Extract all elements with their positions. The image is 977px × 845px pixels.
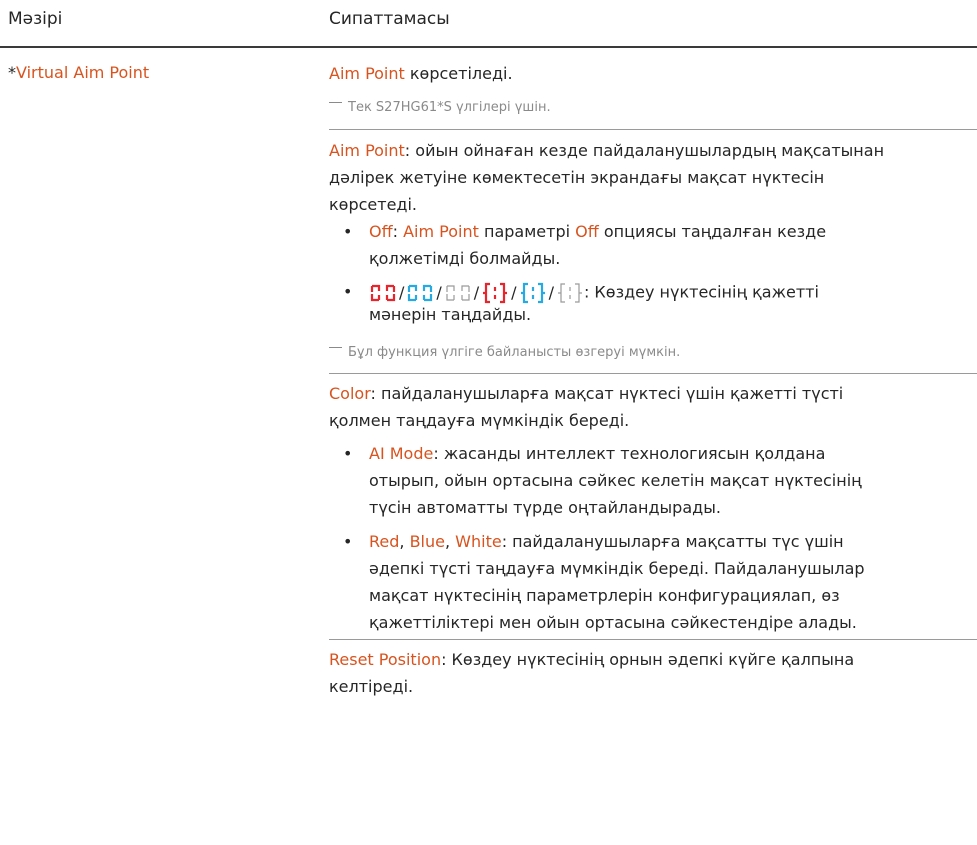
- menu-item-virtual-aim-point: *Virtual Aim Point: [8, 63, 149, 82]
- section3-bullet1-line1: AI Mode: жасанды интеллект технологиясын…: [369, 444, 825, 464]
- crosshair-white-bracket-icon: [557, 283, 582, 303]
- text: : пайдаланушыларға мақсатты түс үшін: [501, 532, 844, 551]
- term-off: Off: [575, 222, 599, 241]
- text: : жасанды интеллект технологиясын қолдан…: [433, 444, 826, 463]
- bullet-marker: •: [343, 282, 353, 301]
- section3-line2: қолмен таңдауға мүмкіндік береді.: [329, 411, 630, 430]
- punctuation: ,: [399, 532, 410, 551]
- separator-slash: /: [473, 282, 480, 302]
- separator-slash: /: [399, 282, 405, 302]
- note-mark: [329, 102, 342, 103]
- section3-bullet2-line4: қажеттіліктері мен ойын ортасына сәйкест…: [369, 613, 857, 632]
- note-mark: [329, 347, 342, 348]
- term-aim-point: Aim Point: [329, 64, 405, 83]
- row-divider: [329, 129, 977, 130]
- term-red: Red: [369, 532, 400, 551]
- section2-line3: көрсетеді.: [329, 195, 418, 214]
- punctuation: :: [392, 222, 404, 241]
- menu-item-prefix: *: [8, 63, 16, 82]
- section3-line1-rest: : пайдаланушыларға мақсат нүктесі үшін қ…: [370, 384, 844, 403]
- separator-slash: /: [511, 282, 517, 302]
- section3-bullet1-line3: түсін автоматты түрде оңтайландырады.: [369, 498, 721, 517]
- section2-bullet2-rest: : Көздеу нүктесінің қажетті: [583, 282, 819, 302]
- section3-bullet2-line1: Red, Blue, White: пайдаланушыларға мақса…: [369, 532, 844, 552]
- term-off: Off: [369, 222, 393, 241]
- section2-note: Бұл функция үлгіге байланысты өзгеруі мү…: [329, 344, 680, 362]
- term-aim-point: Aim Point: [403, 222, 479, 241]
- section1-line: Aim Point көрсетіледі.: [329, 64, 513, 84]
- section4-line1-rest: : Көздеу нүктесінің орнын әдепкі күйге қ…: [441, 650, 855, 669]
- crosshair-red-dashed-icon: [370, 284, 396, 302]
- separator-slash: /: [548, 282, 554, 302]
- table-header: Мәзірі Сипаттамасы: [0, 0, 977, 52]
- section2-bullet1-line2: қолжетімді болмайды.: [369, 249, 561, 268]
- column-header-description: Сипаттамасы: [329, 9, 450, 29]
- term-ai-mode: AI Mode: [369, 444, 434, 463]
- section3-bullet2-line2: әдепкі түсті таңдауға мүмкіндік береді. …: [369, 559, 865, 578]
- section1-note: Тек S27HG61*S үлгілері үшін.: [329, 99, 551, 117]
- separator-slash: /: [436, 282, 442, 302]
- bullet-marker: •: [343, 444, 353, 463]
- section2-line2: дәлірек жетуіне көмектесетін экрандағы м…: [329, 168, 825, 187]
- term-white: White: [455, 532, 502, 551]
- section2-bullet2-line2: мәнерін таңдайды.: [369, 305, 532, 324]
- term-color: Color: [329, 384, 371, 403]
- section2-line1-rest: : ойын ойнаған кезде пайдаланушылардың м…: [404, 141, 885, 160]
- section4-line2: келтіреді.: [329, 677, 414, 696]
- term-reset-position: Reset Position: [329, 650, 442, 669]
- section3-bullet2-line3: мақсат нүктесінің параметрлерін конфигур…: [369, 586, 840, 605]
- section2-bullet2-line1: / / / / / : Көздеу нүктесінің қажетті: [369, 282, 819, 304]
- section3-bullet1-line2: отырып, ойын ортасына сәйкес келетін мақ…: [369, 471, 862, 490]
- crosshair-red-bracket-icon: [483, 282, 508, 304]
- bullet-marker: •: [343, 222, 353, 241]
- row-divider: [329, 373, 977, 374]
- section2-bullet1-line1: Off: Aim Point параметрі Off опциясы таң…: [369, 222, 826, 242]
- punctuation: ,: [444, 532, 456, 551]
- term-blue: Blue: [409, 532, 445, 551]
- crosshair-blue-bracket-icon: [520, 282, 545, 304]
- section1-note-text: Тек S27HG61*S үлгілері үшін.: [348, 100, 551, 115]
- bullet-marker: •: [343, 532, 353, 551]
- column-header-menu: Мәзірі: [8, 9, 63, 29]
- crosshair-blue-dashed-icon: [408, 284, 433, 302]
- section2-line1: Aim Point: ойын ойнаған кезде пайдалануш…: [329, 141, 884, 161]
- text: опциясы таңдалған кезде: [598, 222, 827, 241]
- text: параметрі: [478, 222, 576, 241]
- section2-note-text: Бұл функция үлгіге байланысты өзгеруі мү…: [348, 345, 681, 360]
- section3-line1: Color: пайдаланушыларға мақсат нүктесі ү…: [329, 384, 843, 404]
- crosshair-white-dashed-icon: [446, 285, 470, 301]
- header-divider: [0, 46, 977, 48]
- menu-item-name: Virtual Aim Point: [16, 63, 150, 82]
- row-divider: [329, 639, 977, 640]
- section1-text: көрсетіледі.: [404, 64, 513, 83]
- term-aim-point: Aim Point: [329, 141, 405, 160]
- section4-line1: Reset Position: Көздеу нүктесінің орнын …: [329, 650, 854, 670]
